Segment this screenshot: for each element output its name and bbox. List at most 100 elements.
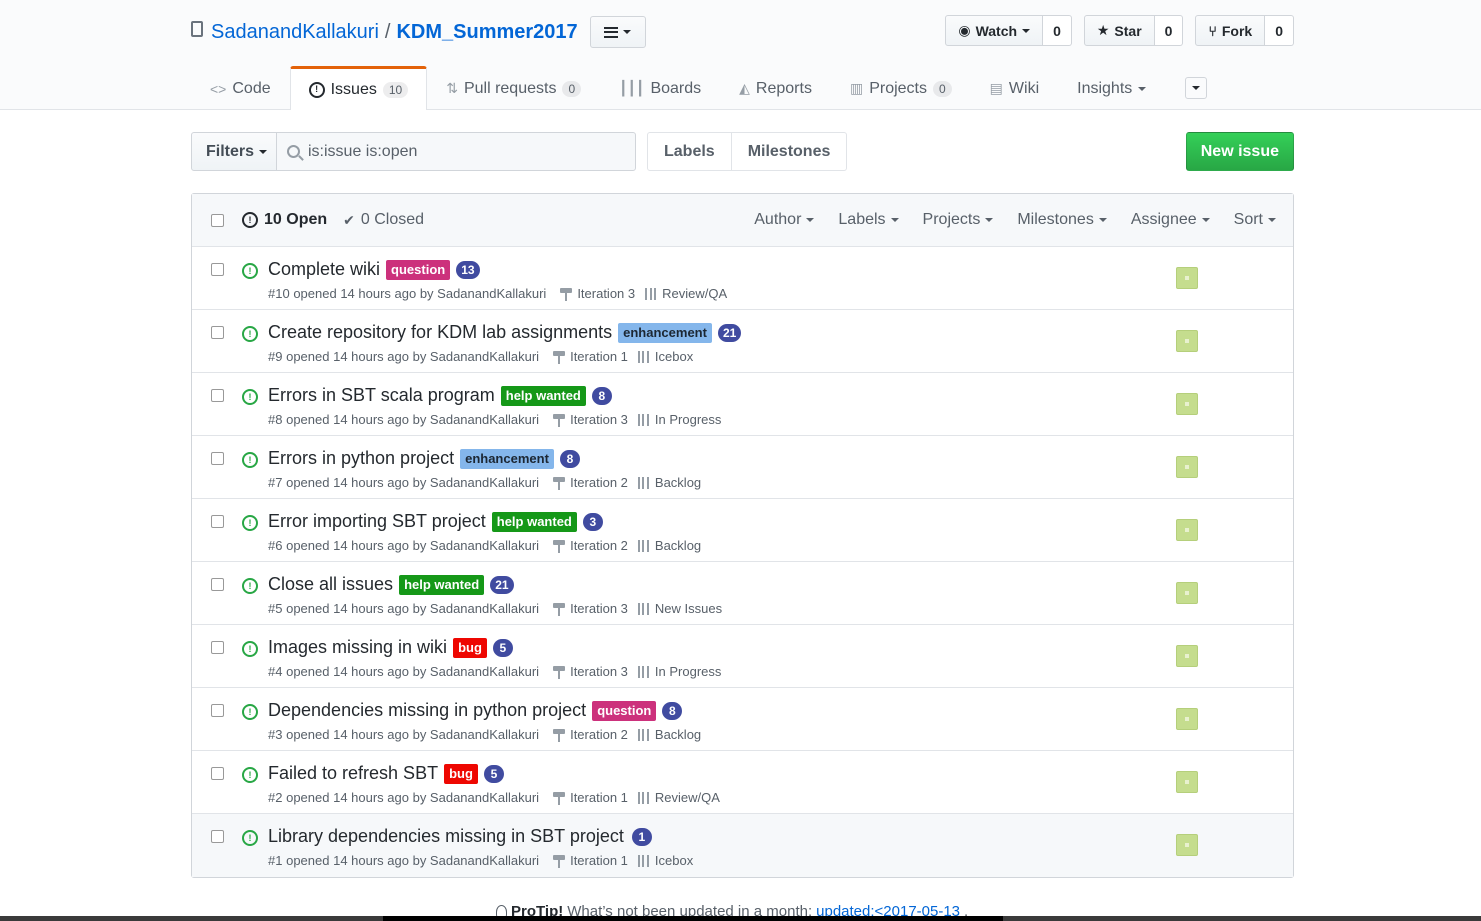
issue-milestone[interactable]: Iteration 1	[553, 349, 628, 364]
repo-name-link[interactable]: KDM_Summer2017	[396, 21, 577, 44]
issue-milestone[interactable]: Iteration 1	[553, 790, 628, 805]
tab-pull-requests[interactable]: ⇅ Pull requests 0	[427, 66, 600, 110]
issue-milestone[interactable]: Iteration 3	[553, 412, 628, 427]
issue-project-column[interactable]: In Progress	[637, 664, 721, 679]
tabs-overflow-button[interactable]	[1185, 77, 1208, 99]
projects-menu[interactable]: Projects	[923, 211, 994, 229]
tab-boards[interactable]: ┃┃┃ Boards	[600, 66, 720, 110]
issue-title-link[interactable]: Errors in python project	[268, 448, 454, 469]
assignee-avatar[interactable]	[1176, 393, 1198, 415]
filters-button[interactable]: Filters	[191, 132, 283, 171]
tab-projects[interactable]: ▥ Projects 0	[831, 66, 971, 110]
issue-checkbox[interactable]	[211, 515, 224, 528]
fork-button[interactable]: ⑂ Fork	[1195, 15, 1266, 46]
project-column-label: Icebox	[654, 853, 694, 868]
issue-label[interactable]: question	[386, 259, 451, 280]
issue-checkbox[interactable]	[211, 704, 224, 717]
issue-title-link[interactable]: Dependencies missing in python project	[268, 700, 586, 721]
repo-menu-button[interactable]	[589, 16, 646, 48]
issue-milestone[interactable]: Iteration 3	[553, 601, 628, 616]
open-filter[interactable]: ! 10 Open	[242, 211, 327, 229]
tab-issues[interactable]: ! Issues 10	[289, 66, 428, 110]
issue-project-column[interactable]: Backlog	[637, 727, 701, 742]
issue-title-link[interactable]: Create repository for KDM lab assignment…	[268, 322, 612, 343]
issue-open-icon: !	[242, 830, 258, 846]
issue-project-column[interactable]: Backlog	[637, 475, 701, 490]
tab-wiki[interactable]: ▤ Wiki	[971, 66, 1058, 110]
assignee-avatar[interactable]	[1176, 771, 1198, 793]
repo-title: SadanandKallakuri / KDM_Summer2017	[191, 16, 646, 48]
issue-label[interactable]: bug	[444, 763, 478, 784]
issue-label[interactable]: question	[592, 700, 657, 721]
assignee-avatar[interactable]	[1176, 708, 1198, 730]
milestones-menu[interactable]: Milestones	[1017, 211, 1107, 229]
assignee-avatar[interactable]	[1176, 456, 1198, 478]
tab-insights[interactable]: Insights	[1058, 66, 1165, 110]
issue-title-link[interactable]: Error importing SBT project	[268, 511, 486, 532]
issue-milestone[interactable]: Iteration 2	[553, 475, 628, 490]
issue-label[interactable]: enhancement	[618, 322, 712, 343]
issue-milestone[interactable]: Iteration 3	[560, 286, 635, 301]
assignee-avatar[interactable]	[1176, 834, 1198, 856]
issue-checkbox[interactable]	[211, 641, 224, 654]
assignee-avatar[interactable]	[1176, 519, 1198, 541]
issue-project-column[interactable]: Icebox	[637, 853, 694, 868]
issue-checkbox[interactable]	[211, 578, 224, 591]
issue-project-column[interactable]: Backlog	[637, 538, 701, 553]
assignee-menu[interactable]: Assignee	[1131, 211, 1210, 229]
repo-owner-link[interactable]: SadanandKallakuri	[211, 21, 379, 44]
issue-checkbox[interactable]	[211, 452, 224, 465]
tab-code[interactable]: <> Code	[191, 66, 290, 110]
issue-checkbox[interactable]	[211, 767, 224, 780]
issue-project-column[interactable]: In Progress	[637, 412, 721, 427]
fork-count[interactable]: 0	[1265, 15, 1294, 46]
select-all-checkbox[interactable]	[211, 213, 224, 227]
star-button[interactable]: ★ Star	[1083, 15, 1155, 46]
issue-milestone[interactable]: Iteration 3	[553, 664, 628, 679]
author-menu[interactable]: Author	[754, 211, 815, 229]
star-label: Star	[1114, 22, 1142, 39]
issue-title-link[interactable]: Errors in SBT scala program	[268, 385, 495, 406]
assignee-avatar[interactable]	[1176, 267, 1198, 289]
labels-link[interactable]: Labels	[647, 132, 732, 171]
milestone-icon	[553, 665, 566, 679]
issue-project-column[interactable]: Review/QA	[637, 790, 720, 805]
assignee-avatar[interactable]	[1176, 582, 1198, 604]
star-action: ★ Star 0	[1083, 15, 1184, 46]
watch-count[interactable]: 0	[1043, 15, 1072, 46]
issue-label[interactable]: help wanted	[399, 574, 485, 595]
issue-milestone[interactable]: Iteration 1	[553, 853, 628, 868]
search-input[interactable]	[308, 142, 608, 161]
issue-label[interactable]: bug	[453, 637, 487, 658]
chevron-down-icon	[1022, 28, 1031, 33]
issue-row: ! Errors in SBT scala program help wanted 8…	[192, 373, 1293, 436]
issue-title-link[interactable]: Images missing in wiki	[268, 637, 447, 658]
issue-checkbox[interactable]	[211, 263, 224, 276]
issue-title-link[interactable]: Failed to refresh SBT	[268, 763, 438, 784]
issue-project-column[interactable]: Review/QA	[645, 286, 727, 301]
sort-menu[interactable]: Sort	[1234, 211, 1276, 229]
watch-button[interactable]: ◉ Watch	[945, 15, 1044, 46]
assignee-avatar[interactable]	[1176, 645, 1198, 667]
issue-project-column[interactable]: New Issues	[637, 601, 722, 616]
issue-title-link[interactable]: Close all issues	[268, 574, 393, 595]
issue-label[interactable]: enhancement	[460, 448, 554, 469]
issue-title-link[interactable]: Complete wiki	[268, 259, 380, 280]
tab-reports[interactable]: ◭ Reports	[720, 66, 831, 110]
issue-label[interactable]: help wanted	[500, 385, 586, 406]
issue-row: ! Errors in python project enhancement 8 #7 …	[192, 436, 1293, 499]
issue-checkbox[interactable]	[211, 830, 224, 843]
issue-milestone[interactable]: Iteration 2	[553, 538, 628, 553]
milestones-link[interactable]: Milestones	[731, 132, 848, 171]
star-count[interactable]: 0	[1154, 15, 1184, 46]
issue-project-column[interactable]: Icebox	[637, 349, 693, 364]
issue-checkbox[interactable]	[211, 326, 224, 339]
issue-title-link[interactable]: Library dependencies missing in SBT proj…	[268, 826, 624, 847]
assignee-avatar[interactable]	[1176, 330, 1198, 352]
issue-label[interactable]: help wanted	[491, 511, 577, 532]
closed-filter[interactable]: ✔ 0 Closed	[343, 211, 424, 229]
issue-milestone[interactable]: Iteration 2	[553, 727, 628, 742]
labels-menu[interactable]: Labels	[838, 211, 899, 229]
issue-checkbox[interactable]	[211, 389, 224, 402]
new-issue-button[interactable]: New issue	[1185, 132, 1294, 171]
